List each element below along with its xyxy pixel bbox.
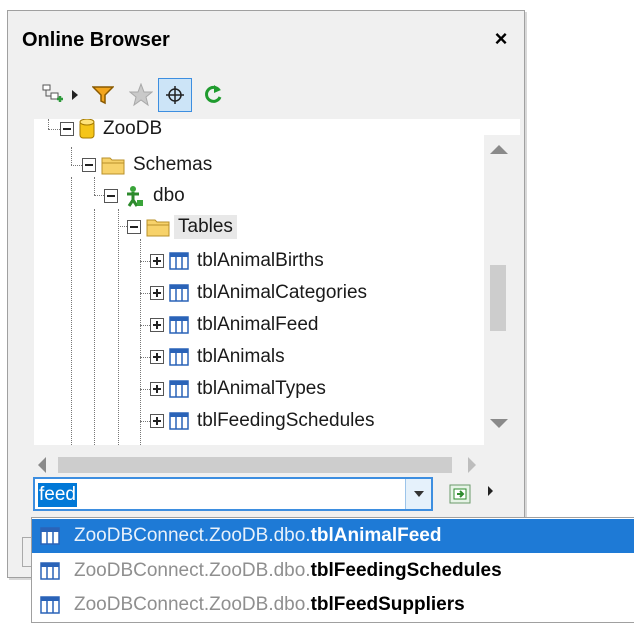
tree-node-label: tblFeedingSchedules: [197, 410, 375, 431]
tree-node-label: Tables: [174, 215, 237, 239]
add-connection-icon: [42, 84, 63, 102]
table-icon: [169, 412, 189, 430]
tree-node-schema-dbo[interactable]: dbo: [104, 181, 185, 211]
title-bar: Online Browser ×: [8, 11, 524, 69]
locate-button[interactable]: [158, 78, 192, 112]
database-tree[interactable]: ZooDB Schemas dbo Tables tblAnimalBirths…: [34, 119, 520, 445]
scroll-left-arrow[interactable]: [38, 457, 46, 473]
tree-node-tables[interactable]: Tables: [127, 212, 237, 242]
result-table-name: tblFeedSuppliers: [310, 594, 465, 615]
vertical-scrollbar[interactable]: [484, 135, 520, 445]
tree-node-table[interactable]: tblAnimals: [150, 342, 285, 372]
expand-toggle[interactable]: [150, 286, 164, 300]
collapse-toggle[interactable]: [127, 220, 141, 234]
result-table-name: tblFeedingSchedules: [310, 560, 502, 581]
tree-node-table[interactable]: tblAnimalTypes: [150, 374, 326, 404]
search-result-item[interactable]: ZooDBConnect.ZooDB.dbo. tblFeedingSchedul…: [32, 554, 634, 588]
tree-node-label: ZooDB: [103, 119, 163, 139]
tree-node-database[interactable]: ZooDB: [60, 119, 162, 144]
go-to-object-icon[interactable]: [449, 484, 471, 504]
locate-target-icon: [166, 86, 184, 104]
tree-node-table[interactable]: tblAnimalCategories: [150, 278, 367, 308]
tree-node-table[interactable]: tblAnimalBirths: [150, 246, 324, 276]
expand-toggle[interactable]: [150, 350, 164, 364]
search-result-item[interactable]: ZooDBConnect.ZooDB.dbo. tblFeedSuppliers: [32, 588, 634, 622]
connection-menu-arrow[interactable]: [68, 78, 82, 112]
result-table-name: tblAnimalFeed: [310, 525, 442, 546]
search-history-dropdown[interactable]: [405, 479, 431, 509]
scroll-down-arrow[interactable]: [490, 419, 508, 428]
table-icon: [40, 596, 60, 614]
collapse-toggle[interactable]: [82, 158, 96, 172]
folder-icon: [146, 219, 170, 237]
favorites-star-icon: [129, 83, 153, 107]
table-icon: [169, 284, 189, 302]
tree-node-label: Schemas: [133, 154, 213, 175]
table-icon: [40, 527, 60, 545]
tree-node-schemas[interactable]: Schemas: [82, 150, 212, 180]
scroll-right-arrow[interactable]: [468, 457, 476, 473]
search-results-list: ZooDBConnect.ZooDB.dbo. tblAnimalFeed Zoo…: [31, 517, 634, 623]
scroll-up-arrow[interactable]: [490, 145, 508, 154]
close-button[interactable]: ×: [490, 27, 512, 51]
horizontal-scroll-thumb[interactable]: [58, 457, 452, 473]
panel-title: Online Browser: [22, 29, 170, 51]
tree-node-table[interactable]: tblFeedingSchedules: [150, 406, 374, 436]
collapse-toggle[interactable]: [104, 189, 118, 203]
folder-icon: [101, 157, 125, 175]
more-options-arrow[interactable]: [488, 486, 493, 496]
schema-user-icon: [127, 186, 143, 207]
search-input[interactable]: feed: [33, 477, 433, 511]
table-icon: [169, 252, 189, 270]
expand-toggle[interactable]: [150, 254, 164, 268]
refresh-icon: [205, 85, 222, 103]
filter-icon: [92, 86, 114, 105]
search-input-value: feed: [38, 483, 77, 507]
expand-toggle[interactable]: [150, 414, 164, 428]
favorites-button[interactable]: [124, 78, 158, 112]
filter-button[interactable]: [86, 78, 120, 112]
table-icon: [169, 316, 189, 334]
horizontal-scrollbar[interactable]: [34, 451, 484, 477]
database-icon: [79, 119, 95, 139]
toolbar: [36, 78, 336, 118]
table-icon: [169, 348, 189, 366]
table-icon: [169, 380, 189, 398]
tree-node-label: tblAnimalFeed: [197, 314, 319, 335]
result-path: ZooDBConnect.ZooDB.dbo.: [74, 525, 311, 546]
tree-node-label: tblAnimalBirths: [197, 250, 324, 271]
tree-node-label: dbo: [153, 185, 185, 206]
table-icon: [40, 562, 60, 580]
tree-node-label: tblAnimalCategories: [197, 282, 368, 303]
refresh-button[interactable]: [196, 78, 230, 112]
result-path: ZooDBConnect.ZooDB.dbo.: [74, 594, 311, 615]
collapse-toggle[interactable]: [60, 122, 74, 136]
tree-node-label: tblAnimals: [197, 346, 285, 367]
add-connection-button[interactable]: [36, 78, 70, 112]
search-result-item[interactable]: ZooDBConnect.ZooDB.dbo. tblAnimalFeed: [32, 519, 634, 553]
tree-node-label: tblAnimalTypes: [197, 378, 326, 399]
expand-toggle[interactable]: [150, 318, 164, 332]
vertical-scroll-thumb[interactable]: [490, 265, 506, 331]
tree-node-table[interactable]: tblAnimalFeed: [150, 310, 318, 340]
expand-toggle[interactable]: [150, 382, 164, 396]
result-path: ZooDBConnect.ZooDB.dbo.: [74, 560, 311, 581]
menu-arrow-icon: [72, 90, 78, 100]
